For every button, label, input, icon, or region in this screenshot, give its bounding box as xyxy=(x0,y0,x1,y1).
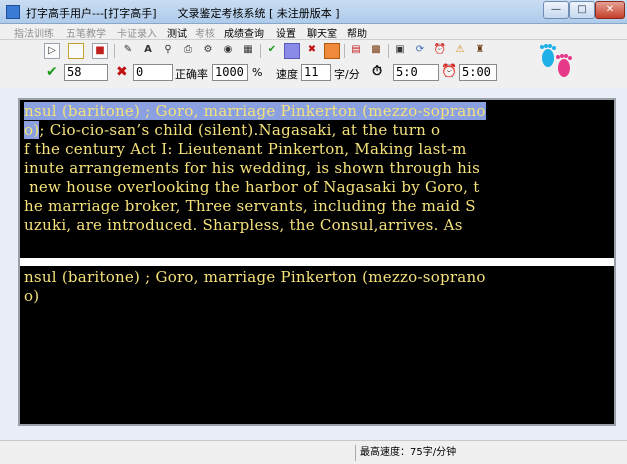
app-icon xyxy=(6,5,20,19)
source-line-6: he marriage broker, Three servants, incl… xyxy=(24,197,476,215)
source-line-4: inute arrangements for his wedding, is s… xyxy=(24,159,481,177)
accuracy-label: 正确率 xyxy=(175,68,208,81)
source-line-3: f the century Act I: Lieutenant Pinkerto… xyxy=(24,140,467,158)
gear-icon[interactable]: ⚙ xyxy=(200,43,216,59)
calendar-icon[interactable]: ▦ xyxy=(240,43,256,59)
alarm-icon[interactable]: ⏰ xyxy=(432,43,448,59)
warning-icon[interactable]: ⚠ xyxy=(452,43,468,59)
toolbar-row: ▷ ■ ✎ A ⚲ ⎙ ⚙ ◉ ▦ ✔ ✖ ▤ ▩ ▣ ⟳ ⏰ ⚠ ♜ xyxy=(42,42,502,62)
maximize-button[interactable]: □ xyxy=(569,1,595,19)
source-line-1: nsul (baritone) ; Goro, marriage Pinkert… xyxy=(24,102,486,121)
menu-card-entry[interactable]: 卡证录入 xyxy=(117,25,157,40)
source-line-5: new house overlooking the harbor of Naga… xyxy=(24,178,480,196)
menu-fingering[interactable]: 指法训练 xyxy=(14,25,54,40)
speed-value: 11 xyxy=(301,64,331,81)
limit-time: 5:00 xyxy=(459,64,497,81)
menu-bar: 指法训练 五笔教学 卡证录入 测试 考核 成绩查询 设置 聊天室 帮助 xyxy=(0,24,627,40)
orange-color-icon[interactable] xyxy=(324,43,340,59)
window-title: 打字高手用户---[打字高手] 文录鉴定考核系统 [ 未注册版本 ] xyxy=(26,7,340,20)
font-icon[interactable]: A xyxy=(140,43,156,59)
menu-score[interactable]: 成绩查询 xyxy=(224,25,264,40)
correct-count: 58 xyxy=(64,64,108,81)
typing-area[interactable]: nsul (baritone) ; Goro, marriage Pinkert… xyxy=(18,98,616,426)
menu-help[interactable]: 帮助 xyxy=(347,25,367,40)
correct-icon: ✔ xyxy=(46,64,58,80)
print-icon[interactable]: ⎙ xyxy=(180,43,196,59)
refresh-icon[interactable]: ⟳ xyxy=(412,43,428,59)
text-divider xyxy=(20,258,614,266)
book-icon[interactable]: ▣ xyxy=(392,43,408,59)
elapsed-time: 5:0 xyxy=(393,64,439,81)
menu-exam[interactable]: 考核 xyxy=(195,25,215,40)
alarm-clock-icon: ⏰ xyxy=(441,64,458,79)
grid-icon[interactable]: ▩ xyxy=(368,43,384,59)
close-button[interactable]: ✕ xyxy=(595,1,625,19)
stats-row: ✔ 58 ✖ 0 正确率 1000 % 速度 11 字/分 ⏱ 5:0 ⏰ 5:… xyxy=(42,63,497,83)
stopwatch-icon: ⏱ xyxy=(372,64,383,79)
source-line-1-highlight: nsul (baritone) ; Goro, marriage Pinkert… xyxy=(24,102,486,120)
accuracy-value: 1000 xyxy=(212,64,248,81)
max-speed-status: 最高速度：75字/分钟 xyxy=(355,445,623,461)
disc-icon[interactable]: ◉ xyxy=(220,43,236,59)
figure-icon[interactable]: ♜ xyxy=(472,43,488,59)
toolbar-area: ▷ ■ ✎ A ⚲ ⎙ ⚙ ◉ ▦ ✔ ✖ ▤ ▩ ▣ ⟳ ⏰ ⚠ ♜ ✔ 58… xyxy=(0,40,627,88)
source-line-2-highlight: o) xyxy=(24,121,40,139)
menu-test[interactable]: 测试 xyxy=(167,25,187,40)
typed-line-2[interactable]: o) xyxy=(24,287,39,306)
tool-icon[interactable]: ✎ xyxy=(120,43,136,59)
source-line-7: uzuki, are introduced. Sharpless, the Co… xyxy=(24,216,463,234)
error-icon: ✖ xyxy=(116,64,128,80)
minimize-button[interactable]: — xyxy=(543,1,569,19)
chart-icon[interactable]: ▤ xyxy=(348,43,364,59)
search-icon[interactable]: ⚲ xyxy=(160,43,176,59)
speed-unit: 字/分 xyxy=(334,68,360,81)
menu-chatroom[interactable]: 聊天室 xyxy=(307,25,337,40)
status-bar: 最高速度：75字/分钟 xyxy=(0,440,627,464)
check-icon[interactable]: ✔ xyxy=(264,43,280,59)
source-line-2-rest: ; Cio-cio-san’s child (silent).Nagasaki,… xyxy=(39,121,441,139)
error-count: 0 xyxy=(133,64,173,81)
source-line-2: o); Cio-cio-san’s child (silent).Nagasak… xyxy=(24,121,440,140)
menu-wubi[interactable]: 五笔教学 xyxy=(66,25,106,40)
square-icon[interactable] xyxy=(68,43,84,59)
menu-settings[interactable]: 设置 xyxy=(276,25,296,40)
cross-icon[interactable]: ✖ xyxy=(304,43,320,59)
stop-icon[interactable]: ■ xyxy=(92,43,108,59)
title-bar: 打字高手用户---[打字高手] 文录鉴定考核系统 [ 未注册版本 ] — □ ✕ xyxy=(0,0,627,24)
footprints-logo xyxy=(540,44,572,77)
blue-color-icon[interactable] xyxy=(284,43,300,59)
speed-label: 速度 xyxy=(276,68,298,81)
play-icon[interactable]: ▷ xyxy=(44,43,60,59)
typed-line-1[interactable]: nsul (baritone) ; Goro, marriage Pinkert… xyxy=(24,268,486,287)
accuracy-unit: % xyxy=(252,66,263,79)
